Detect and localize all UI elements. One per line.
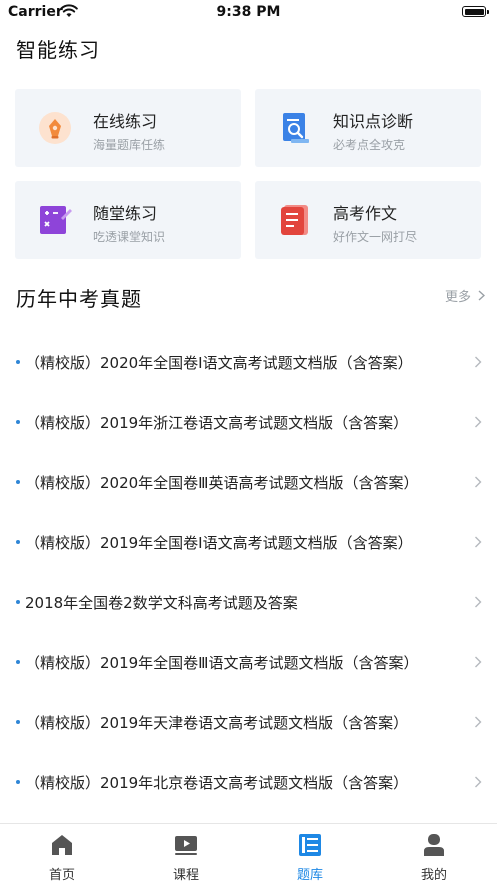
status-bar: Carrier 9:38 PM	[0, 0, 497, 26]
essay-card[interactable]: 高考作文 好作文一网打尽	[255, 181, 481, 259]
tab-bar: 首页 课程 题库 我的	[0, 823, 497, 884]
chevron-right-icon	[475, 656, 482, 668]
list-item-title: （精校版）2019年全国卷Ⅲ语文高考试题文档版（含答案）	[25, 654, 419, 672]
tab-me[interactable]: 我的	[372, 824, 496, 884]
home-icon	[52, 835, 72, 855]
bullet-dot	[16, 540, 20, 544]
list-item[interactable]: （精校版）2019年天津卷语文高考试题文档版（含答案）	[0, 692, 497, 752]
tab-home[interactable]: 首页	[0, 824, 124, 884]
card-subtitle: 必考点全攻克	[333, 138, 406, 152]
tab-question-bank[interactable]: 题库	[248, 824, 372, 884]
practice-section-title: 智能练习	[16, 38, 100, 62]
tab-label: 题库	[296, 868, 323, 883]
list-item[interactable]: （精校版）2019年北京卷语文高考试题文档版（含答案）	[0, 752, 497, 812]
classroom-practice-card[interactable]: 随堂练习 吃透课堂知识	[15, 181, 241, 259]
online-practice-card[interactable]: 在线练习 海量题库任练	[15, 89, 241, 167]
list-item[interactable]: （精校版）2020年全国卷Ⅰ语文高考试题文档版（含答案）	[0, 332, 497, 392]
list-item-title: 2018年全国卷2数学文科高考试题及答案	[25, 594, 298, 612]
chevron-right-icon	[475, 416, 482, 428]
pen-nib-icon	[39, 112, 71, 144]
knowledge-diagnosis-card[interactable]: 知识点诊断 必考点全攻克	[255, 89, 481, 167]
more-label: 更多	[445, 290, 472, 305]
bullet-dot	[16, 600, 20, 604]
list-item-title: （精校版）2019年全国卷Ⅰ语文高考试题文档版（含答案）	[25, 534, 413, 552]
battery-icon	[462, 6, 489, 17]
chevron-right-icon	[475, 476, 482, 488]
card-subtitle: 海量题库任练	[93, 138, 166, 152]
chevron-right-icon	[478, 290, 486, 301]
bullet-dot	[16, 780, 20, 784]
list-item[interactable]: （精校版）2019年全国卷Ⅰ语文高考试题文档版（含答案）	[0, 512, 497, 572]
list-item-title: （精校版）2019年浙江卷语文高考试题文档版（含答案）	[25, 414, 409, 432]
card-title: 知识点诊断	[333, 112, 414, 131]
chevron-right-icon	[475, 776, 482, 788]
chevron-right-icon	[475, 596, 482, 608]
card-subtitle: 好作文一网打尽	[333, 230, 418, 244]
chevron-right-icon	[475, 536, 482, 548]
card-title: 高考作文	[333, 204, 398, 223]
chevron-right-icon	[475, 716, 482, 728]
list-item[interactable]: （精校版）2020年全国卷Ⅲ英语高考试题文档版（含答案）	[0, 452, 497, 512]
list-item-title: （精校版）2019年天津卷语文高考试题文档版（含答案）	[25, 714, 409, 732]
math-notebook-icon	[40, 206, 72, 234]
tab-label: 我的	[420, 868, 447, 883]
more-link[interactable]: 更多	[445, 286, 486, 305]
question-bank-icon	[299, 834, 321, 856]
exams-section-title: 历年中考真题	[16, 287, 142, 311]
tab-courses[interactable]: 课程	[124, 824, 248, 884]
list-item-title: （精校版）2019年北京卷语文高考试题文档版（含答案）	[25, 774, 409, 792]
bullet-dot	[16, 420, 20, 424]
card-title: 随堂练习	[93, 204, 158, 223]
tab-label: 课程	[172, 868, 199, 883]
status-time: 9:38 PM	[216, 4, 281, 20]
bullet-dot	[16, 360, 20, 364]
bullet-dot	[16, 720, 20, 724]
card-subtitle: 吃透课堂知识	[93, 230, 166, 244]
bullet-dot	[16, 480, 20, 484]
list-item[interactable]: 2018年全国卷2数学文科高考试题及答案	[0, 572, 497, 632]
essay-book-icon	[281, 205, 308, 235]
card-title: 在线练习	[93, 112, 158, 131]
list-item-title: （精校版）2020年全国卷Ⅰ语文高考试题文档版（含答案）	[25, 354, 413, 372]
video-play-icon	[175, 836, 197, 855]
user-icon	[424, 834, 444, 856]
list-item[interactable]: （精校版）2019年浙江卷语文高考试题文档版（含答案）	[0, 392, 497, 452]
list-item-title: （精校版）2020年全国卷Ⅲ英语高考试题文档版（含答案）	[25, 474, 419, 492]
list-item[interactable]: （精校版）2019年全国卷Ⅲ语文高考试题文档版（含答案）	[0, 632, 497, 692]
bullet-dot	[16, 660, 20, 664]
chevron-right-icon	[475, 356, 482, 368]
tab-label: 首页	[48, 868, 75, 883]
document-search-icon	[283, 113, 309, 143]
